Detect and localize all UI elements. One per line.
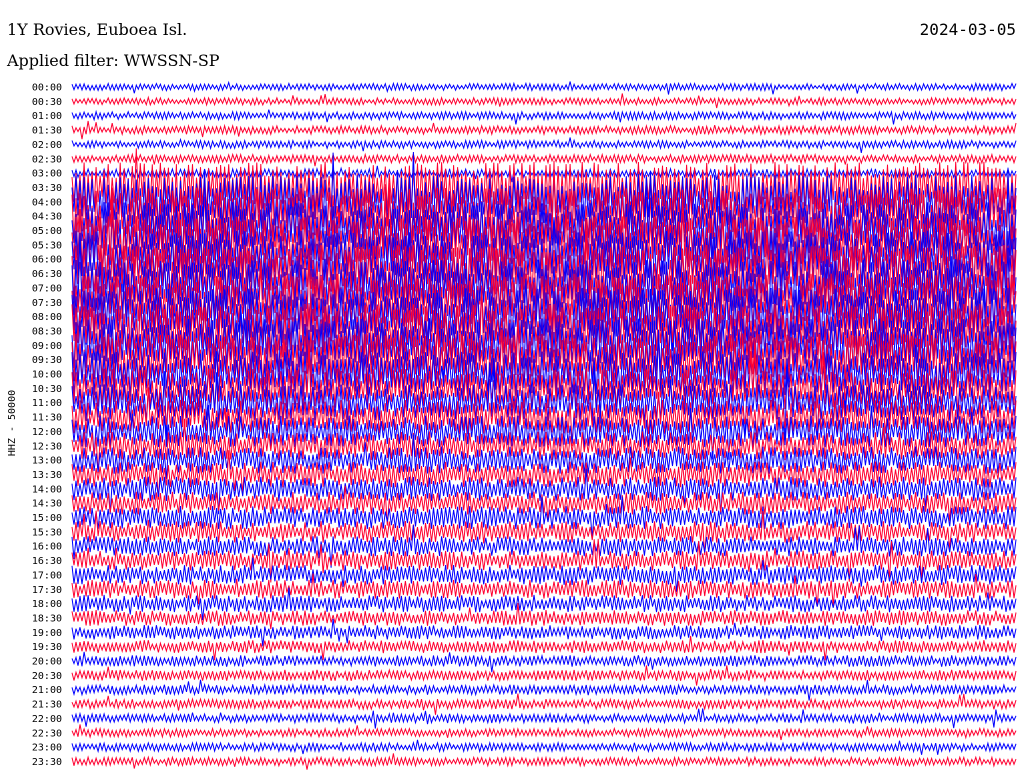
trace-line [71, 109, 1017, 125]
time-label: 01:30 [32, 126, 62, 137]
trace-line [71, 693, 1017, 715]
time-label: 13:30 [32, 470, 62, 481]
time-label: 20:30 [32, 671, 62, 682]
time-label: 20:00 [32, 657, 62, 668]
time-label: 23:30 [32, 757, 62, 768]
channel-label: HHZ - 50000 [7, 390, 18, 456]
time-label: 22:00 [32, 714, 62, 725]
time-label: 15:00 [32, 513, 62, 524]
time-label: 03:30 [32, 183, 62, 194]
time-label: 02:30 [32, 154, 62, 165]
time-label: 12:00 [32, 427, 62, 438]
time-label: 19:00 [32, 628, 62, 639]
trace-line [71, 120, 1017, 140]
trace-line [71, 679, 1017, 701]
time-label: 15:30 [32, 527, 62, 538]
trace-line [71, 665, 1017, 686]
time-label: 12:30 [32, 441, 62, 452]
time-label: 19:30 [32, 642, 62, 653]
trace-line [71, 635, 1017, 661]
time-label: 18:00 [32, 599, 62, 610]
time-label: 07:30 [32, 298, 62, 309]
time-label: 11:30 [32, 413, 62, 424]
time-label: 14:30 [32, 499, 62, 510]
time-label: 13:00 [32, 456, 62, 467]
time-label: 07:00 [32, 283, 62, 294]
time-label: 14:00 [32, 484, 62, 495]
trace-line [71, 93, 1017, 109]
time-label: 06:30 [32, 269, 62, 280]
time-label: 05:00 [32, 226, 62, 237]
trace-line [71, 80, 1017, 95]
time-label: 08:30 [32, 326, 62, 337]
trace-line [71, 708, 1017, 729]
time-label: 10:30 [32, 384, 62, 395]
time-label: 06:00 [32, 255, 62, 266]
trace-line [71, 165, 1017, 183]
trace-line [71, 137, 1017, 153]
time-label: 08:00 [32, 312, 62, 323]
time-label: 09:30 [32, 355, 62, 366]
time-label: 23:00 [32, 743, 62, 754]
time-label: 21:30 [32, 700, 62, 711]
time-label: 09:00 [32, 341, 62, 352]
time-label: 05:30 [32, 240, 62, 251]
time-labels-group: 00:00 00:30 01:00 01:30 02:00 02:30 03:00 03:30… [32, 83, 62, 768]
trace-line [71, 603, 1017, 630]
time-label: 04:00 [32, 197, 62, 208]
seismogram-plot: 00:00 00:30 01:00 01:30 02:00 02:30 03:00 03:30… [7, 80, 1017, 770]
time-label: 16:30 [32, 556, 62, 567]
time-label: 17:30 [32, 585, 62, 596]
time-label: 18:30 [32, 613, 62, 624]
time-label: 02:00 [32, 140, 62, 151]
time-label: 00:30 [32, 97, 62, 108]
trace-line [71, 724, 1017, 741]
time-label: 17:00 [32, 570, 62, 581]
time-label: 03:00 [32, 169, 62, 180]
time-label: 22:30 [32, 728, 62, 739]
time-label: 10:00 [32, 370, 62, 381]
time-label: 00:00 [32, 83, 62, 94]
time-label: 04:30 [32, 212, 62, 223]
traces-group [71, 80, 1017, 770]
time-label: 11:00 [32, 398, 62, 409]
trace-line [71, 753, 1017, 770]
time-label: 01:00 [32, 111, 62, 122]
time-label: 21:00 [32, 685, 62, 696]
trace-line [71, 739, 1017, 755]
trace-line [71, 151, 1017, 167]
time-label: 16:00 [32, 542, 62, 553]
